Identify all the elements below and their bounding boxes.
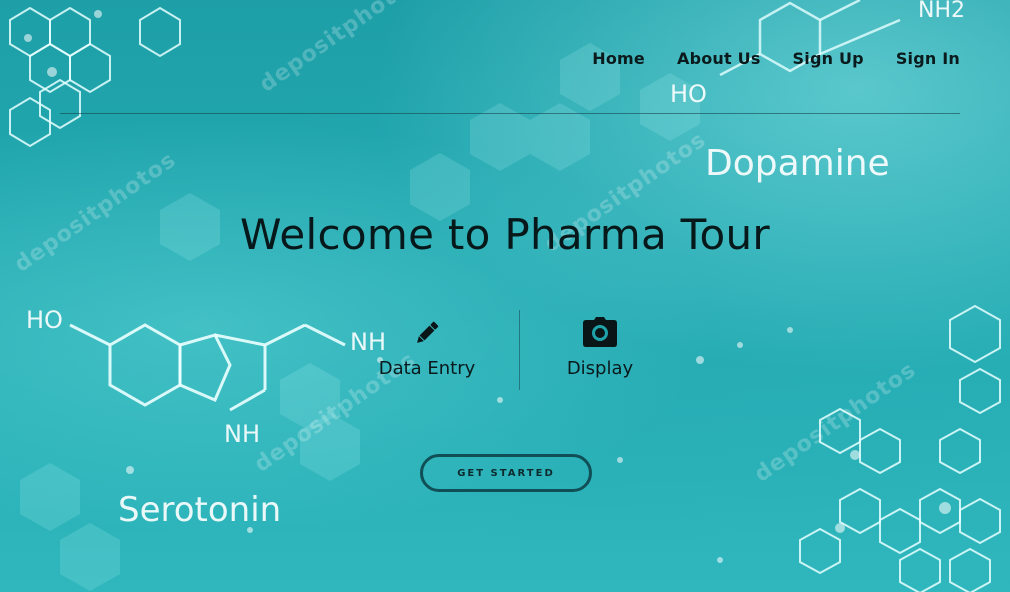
page-title: Welcome to Pharma Tour [240, 210, 770, 259]
nav-home[interactable]: Home [592, 49, 645, 68]
nav-divider [60, 113, 960, 114]
feature-display[interactable]: Display [545, 316, 655, 379]
dopamine-label: Dopamine [705, 143, 890, 184]
nh-label: NH [224, 420, 260, 448]
nav-about-us[interactable]: About Us [677, 49, 761, 68]
pencil-icon [417, 321, 439, 343]
feature-data-entry[interactable]: Data Entry [372, 318, 482, 379]
nav-sign-up[interactable]: Sign Up [793, 49, 864, 68]
feature-label: Data Entry [378, 358, 476, 379]
feature-divider [519, 310, 520, 390]
main-nav: Home About Us Sign Up Sign In [560, 49, 960, 68]
ho-label: HO [26, 306, 63, 334]
ho-label: HO [670, 80, 707, 108]
feature-label: Display [566, 358, 634, 379]
nav-sign-in[interactable]: Sign In [896, 49, 960, 68]
serotonin-label: Serotonin [118, 490, 282, 530]
camera-icon [583, 317, 617, 347]
get-started-button[interactable]: GET STARTED [420, 454, 592, 492]
nh2-label: NH2 [918, 0, 965, 23]
